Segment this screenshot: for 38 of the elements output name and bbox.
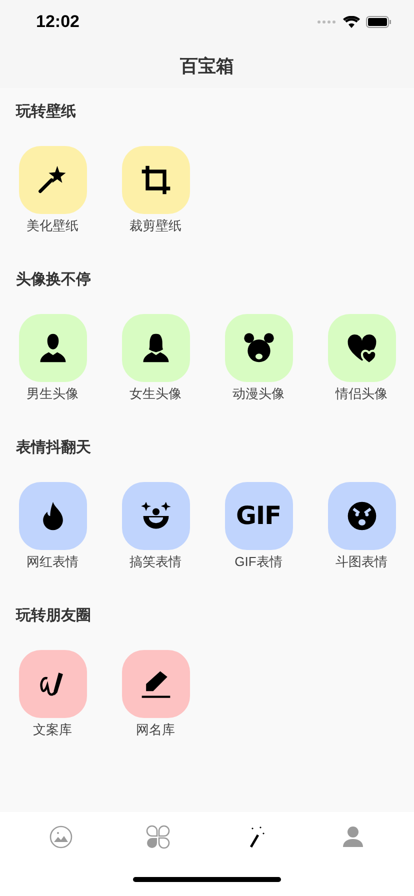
bear-face-icon xyxy=(242,331,276,365)
tool-tile[interactable] xyxy=(328,482,396,550)
tool-tile[interactable] xyxy=(18,650,86,718)
status-time: 12:02 xyxy=(36,11,80,34)
tool-label: 美化壁纸 xyxy=(26,218,78,234)
tool-tile[interactable] xyxy=(328,314,396,382)
section-heading: 头像换不停 xyxy=(15,270,92,290)
tool-tile[interactable] xyxy=(18,314,86,382)
tool-label: 网红表情 xyxy=(26,554,78,570)
clover-icon xyxy=(146,825,170,849)
wifi-icon xyxy=(343,16,360,28)
tool-label: 文案库 xyxy=(33,722,72,738)
tool-tile[interactable] xyxy=(122,314,190,382)
tool-label: 斗图表情 xyxy=(336,554,388,570)
person-icon xyxy=(341,825,366,849)
image-icon xyxy=(48,825,73,849)
tool-label: 裁剪壁纸 xyxy=(130,218,182,234)
gif-label: GIF xyxy=(236,500,282,532)
section-heading: 表情抖翻天 xyxy=(15,438,92,458)
tool-label: 网名库 xyxy=(136,722,175,738)
tool-tile[interactable] xyxy=(18,482,86,550)
tool-tile[interactable] xyxy=(18,146,86,214)
page-title: 百宝箱 xyxy=(180,54,234,78)
tool-tile[interactable] xyxy=(122,146,190,214)
tool-tile[interactable] xyxy=(122,482,190,550)
tool-label: 搞笑表情 xyxy=(130,554,182,570)
tool-label: 男生头像 xyxy=(26,386,78,402)
section-heading: 玩转壁纸 xyxy=(14,102,77,122)
section-heading: 玩转朋友圈 xyxy=(14,606,92,626)
tool-label: 情侣头像 xyxy=(336,386,388,402)
tool-label: 动漫头像 xyxy=(232,386,284,402)
tool-tile[interactable] xyxy=(224,314,292,382)
tool-label: GIF表情 xyxy=(234,554,282,570)
tool-label: 女生头像 xyxy=(130,386,182,402)
tool-tile[interactable] xyxy=(122,650,190,718)
battery-icon xyxy=(366,16,392,28)
tool-tile[interactable]: GIF xyxy=(224,482,292,550)
signal-icon xyxy=(317,20,337,24)
